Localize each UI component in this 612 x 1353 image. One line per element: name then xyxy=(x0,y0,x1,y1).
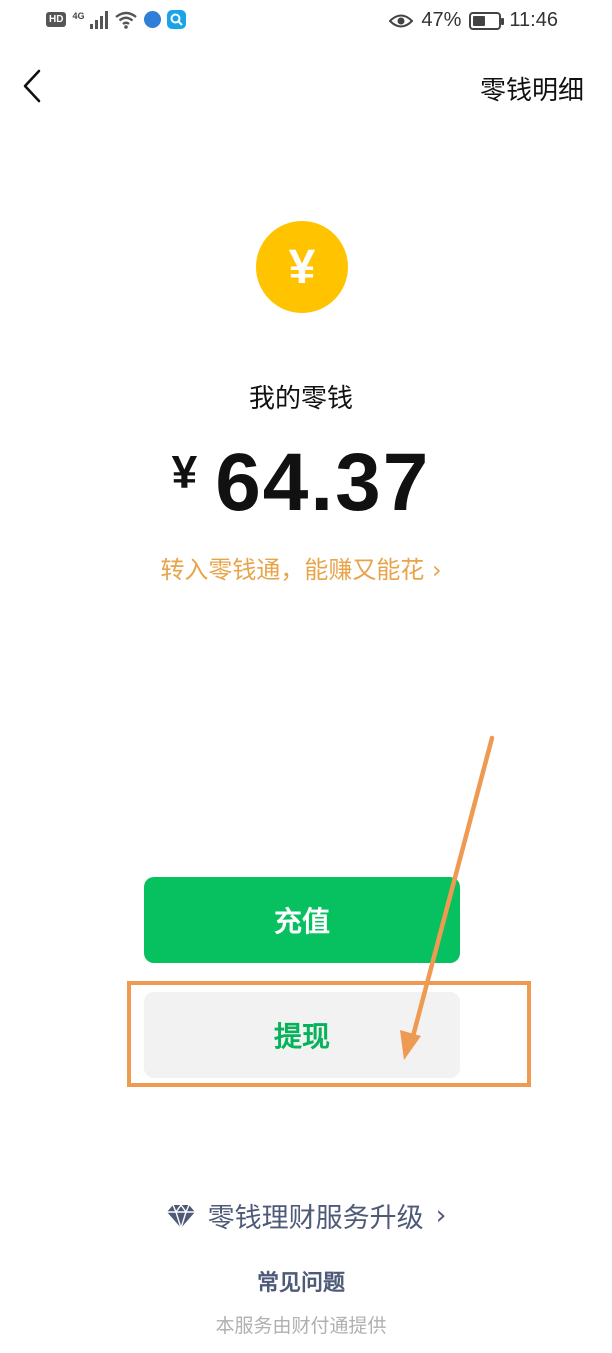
faq-link[interactable]: 常见问题 xyxy=(0,1265,602,1297)
provider-note: 本服务由财付通提供 xyxy=(215,1315,387,1337)
balance-value: 64.37 xyxy=(215,437,431,528)
wifi-icon xyxy=(115,11,138,29)
search-app-icon xyxy=(167,10,187,29)
currency-symbol: ¥ xyxy=(171,446,198,498)
notification-app-icon xyxy=(144,11,162,28)
wealth-upgrade-link[interactable]: 零钱理财服务升级 › xyxy=(0,1196,612,1235)
eye-comfort-icon xyxy=(389,14,414,27)
battery-icon xyxy=(469,11,505,30)
status-bar-right: 47% 11:46 xyxy=(389,9,558,32)
chevron-right-icon: › xyxy=(435,1200,447,1231)
recharge-button[interactable]: 充值 xyxy=(144,877,460,963)
clock: 11:46 xyxy=(509,9,558,31)
promo-text: 转入零钱通，能赚又能花 xyxy=(160,556,425,584)
cellular-signal-icon xyxy=(90,10,109,29)
coin-icon: ¥ xyxy=(256,221,348,313)
status-bar: HD 4G 47% 11:46 xyxy=(0,0,612,46)
promo-link[interactable]: 转入零钱通，能赚又能花 › xyxy=(0,550,602,585)
battery-level xyxy=(473,15,485,26)
annotation-highlight-box xyxy=(127,981,531,1087)
network-type-label: 4G xyxy=(72,10,85,21)
battery-percent: 47% xyxy=(421,9,462,31)
back-button[interactable] xyxy=(12,66,52,106)
annotation-arrow-icon xyxy=(400,735,495,1060)
hd-icon: HD xyxy=(46,12,67,27)
diamond-icon xyxy=(166,1203,195,1229)
chevron-left-icon xyxy=(23,69,41,103)
upgrade-text: 零钱理财服务升级 xyxy=(207,1203,424,1234)
chevron-right-icon: › xyxy=(432,556,442,584)
change-details-link[interactable]: 零钱明细 xyxy=(480,70,584,107)
balance-amount: ¥64.37 xyxy=(0,436,602,530)
balance-label: 我的零钱 xyxy=(248,384,353,414)
status-bar-left: HD 4G xyxy=(46,10,187,29)
